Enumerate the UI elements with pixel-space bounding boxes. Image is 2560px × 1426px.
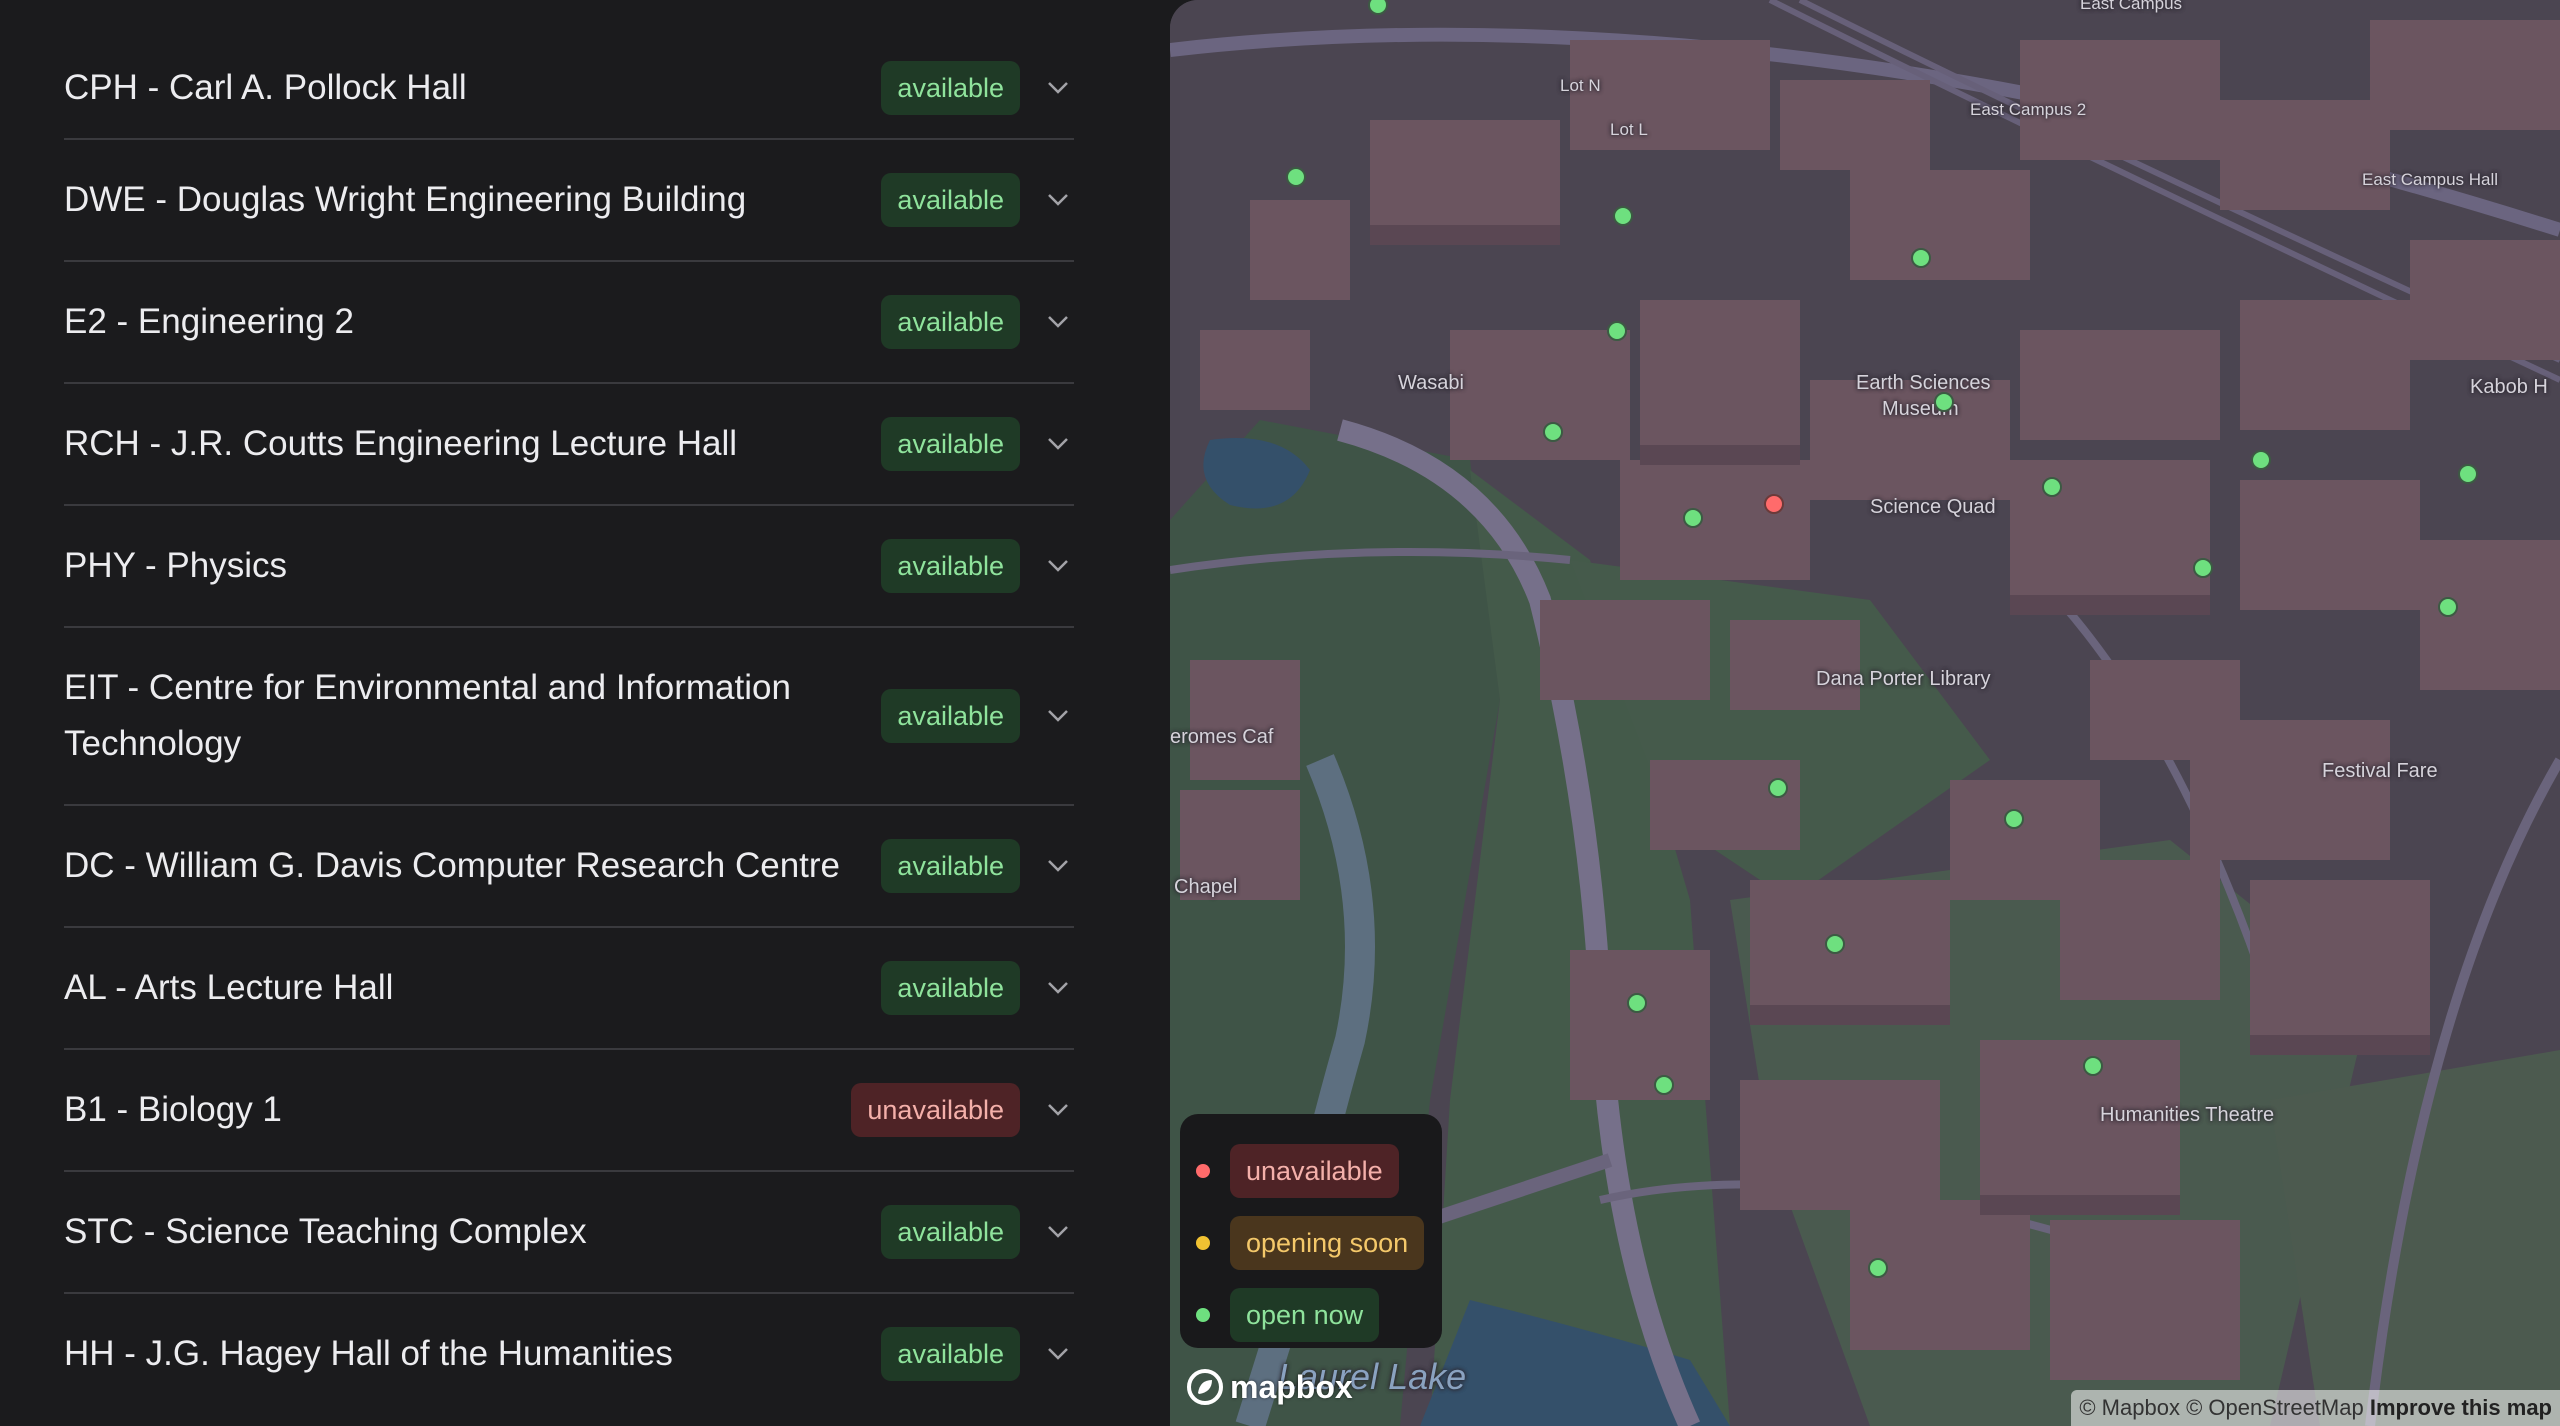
label-earth-sciences: Earth Sciences [1856,372,1991,394]
status-badge: available [881,961,1020,1015]
building-marker[interactable] [1286,167,1306,187]
map-legend: unavailable opening soon open now [1180,1114,1442,1348]
label-lot-n: Lot N [1560,76,1601,95]
building-name: B1 - Biology 1 [64,1090,282,1129]
chevron-down-icon[interactable] [1042,1338,1074,1370]
building-row-rch[interactable]: RCH - J.R. Coutts Engineering Lecture Ha… [64,384,1074,506]
building-name: EIT - Centre for Environmental and Infor… [64,668,791,763]
status-badge: available [881,1327,1020,1381]
status-badge: unavailable [851,1083,1020,1137]
building-name: STC - Science Teaching Complex [64,1212,587,1251]
building-marker[interactable] [2004,809,2024,829]
chevron-down-icon[interactable] [1042,1216,1074,1248]
label-east-campus-2: East Campus 2 [1970,100,2087,119]
building-name: RCH - J.R. Coutts Engineering Lecture Ha… [64,424,738,463]
building-marker[interactable] [1683,508,1703,528]
attribution-osm-link[interactable]: © OpenStreetMap [2186,1395,2364,1420]
building-marker[interactable] [2193,558,2213,578]
mapbox-logo[interactable]: mapbox [1186,1368,1353,1406]
building-row-cph[interactable]: CPH - Carl A. Pollock Hall available [64,38,1074,140]
label-kabob: Kabob H [2470,376,2548,398]
legend-label: unavailable [1230,1144,1399,1198]
building-row-e2[interactable]: E2 - Engineering 2 available [64,262,1074,384]
building-marker[interactable] [1543,422,1563,442]
chevron-down-icon[interactable] [1042,550,1074,582]
campus-map[interactable]: Lot N Lot L East Campus East Campus 2 Ea… [1170,0,2560,1426]
building-marker[interactable] [1654,1075,1674,1095]
building-row-b1[interactable]: B1 - Biology 1 unavailable [64,1050,1074,1172]
label-lot-l: Lot L [1610,120,1648,139]
building-name: CPH - Carl A. Pollock Hall [64,68,467,107]
label-humanities-theatre: Humanities Theatre [2100,1104,2275,1126]
building-marker[interactable] [2042,477,2062,497]
status-dot [1196,1236,1210,1250]
chevron-down-icon[interactable] [1042,428,1074,460]
status-badge: available [881,61,1020,115]
chevron-down-icon[interactable] [1042,306,1074,338]
building-row-dc[interactable]: DC - William G. Davis Computer Research … [64,806,1074,928]
status-badge: available [881,539,1020,593]
label-dana-porter: Dana Porter Library [1816,668,1991,690]
building-row-dwe[interactable]: DWE - Douglas Wright Engineering Buildin… [64,140,1074,262]
building-marker[interactable] [1868,1258,1888,1278]
label-wasabi: Wasabi [1398,372,1464,394]
building-row-eit[interactable]: EIT - Centre for Environmental and Infor… [64,628,1074,806]
status-badge: available [881,1205,1020,1259]
label-festival-fare: Festival Fare [2322,760,2438,782]
building-marker[interactable] [2083,1056,2103,1076]
building-marker[interactable] [1627,993,1647,1013]
building-marker[interactable] [1613,206,1633,226]
map-attribution: © Mapbox © OpenStreetMap Improve this ma… [2071,1390,2560,1426]
building-marker[interactable] [1825,934,1845,954]
mapbox-logo-text: mapbox [1230,1368,1353,1405]
status-badge: available [881,295,1020,349]
building-row-phy[interactable]: PHY - Physics available [64,506,1074,628]
building-marker[interactable] [2438,597,2458,617]
building-marker[interactable] [2458,464,2478,484]
building-marker[interactable] [1607,321,1627,341]
chevron-down-icon[interactable] [1042,972,1074,1004]
building-marker[interactable] [1768,778,1788,798]
legend-item-opening-soon: opening soon [1196,1216,1425,1270]
status-badge: available [881,839,1020,893]
building-list: CPH - Carl A. Pollock Hall available DWE… [0,0,1170,1426]
building-row-stc[interactable]: STC - Science Teaching Complex available [64,1172,1074,1294]
building-name: E2 - Engineering 2 [64,302,354,341]
legend-label: opening soon [1230,1216,1425,1270]
improve-map-link[interactable]: Improve this map [2370,1395,2552,1420]
chevron-down-icon[interactable] [1042,184,1074,216]
building-name: DC - William G. Davis Computer Research … [64,846,841,885]
building-marker[interactable] [1911,248,1931,268]
building-name: HH - J.G. Hagey Hall of the Humanities [64,1334,673,1373]
status-dot [1196,1308,1210,1322]
building-marker[interactable] [2251,450,2271,470]
label-jeromes: eromes Caf [1170,726,1274,748]
chevron-down-icon[interactable] [1042,850,1074,882]
building-name: DWE - Douglas Wright Engineering Buildin… [64,180,747,219]
building-name: AL - Arts Lecture Hall [64,968,394,1007]
legend-item-open-now: open now [1196,1288,1380,1342]
status-badge: available [881,417,1020,471]
label-east-campus-hall: East Campus Hall [2362,170,2499,189]
attribution-mapbox-link[interactable]: © Mapbox [2079,1395,2180,1420]
legend-label: open now [1230,1288,1380,1342]
label-east-campus: East Campus [2080,0,2183,13]
label-chapel: Chapel [1174,876,1238,898]
status-dot [1196,1164,1210,1178]
building-marker[interactable] [1764,494,1784,514]
legend-item-unavailable: unavailable [1196,1144,1399,1198]
mapbox-logo-icon [1187,1369,1223,1405]
building-row-al[interactable]: AL - Arts Lecture Hall available [64,928,1074,1050]
label-science-quad: Science Quad [1870,496,1996,518]
chevron-down-icon[interactable] [1042,72,1074,104]
building-name: PHY - Physics [64,546,288,585]
building-marker[interactable] [1934,392,1954,412]
building-row-hh[interactable]: HH - J.G. Hagey Hall of the Humanities a… [64,1294,1074,1414]
chevron-down-icon[interactable] [1042,1094,1074,1126]
status-badge: available [881,689,1020,743]
chevron-down-icon[interactable] [1042,700,1074,732]
status-badge: available [881,173,1020,227]
